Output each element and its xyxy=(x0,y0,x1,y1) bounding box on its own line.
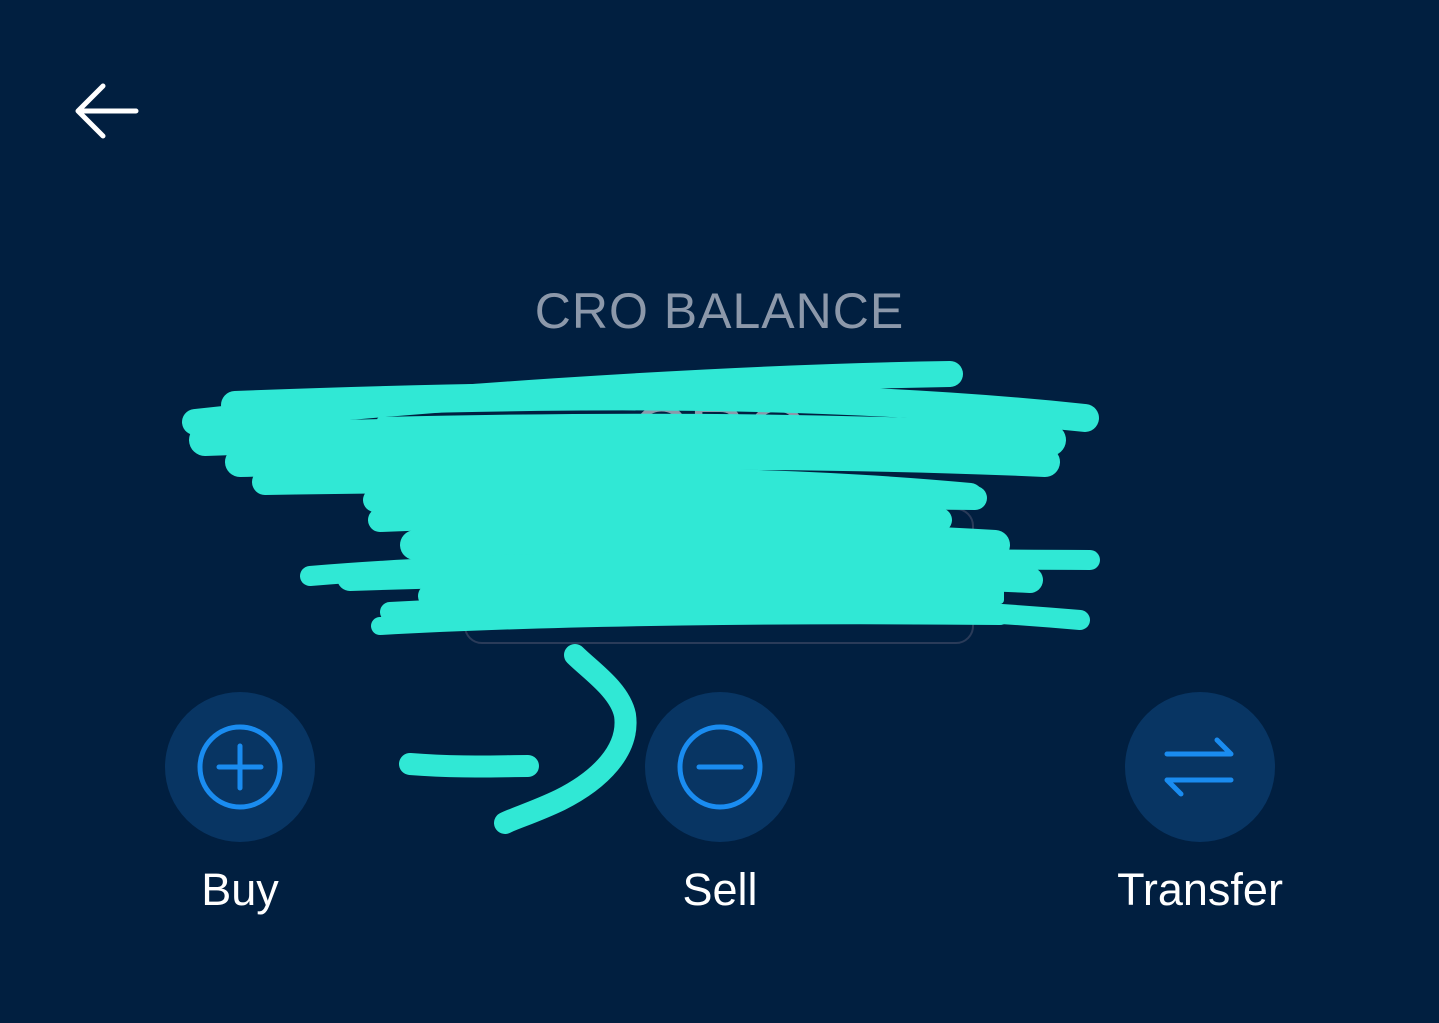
sell-label: Sell xyxy=(682,864,758,915)
buy-label: Buy xyxy=(201,864,279,915)
transfer-label: Transfer xyxy=(1117,864,1283,915)
annotation-arrow xyxy=(399,644,637,834)
buy-button[interactable]: Buy xyxy=(140,692,340,916)
back-button[interactable] xyxy=(70,78,142,144)
sell-button[interactable]: Sell xyxy=(620,692,820,916)
arrow-left-icon xyxy=(75,83,139,139)
plus-circle-icon xyxy=(197,724,283,810)
buy-button-circle[interactable] xyxy=(165,692,315,842)
sell-button-circle[interactable] xyxy=(645,692,795,842)
balance-amount: CRO xyxy=(0,388,1439,480)
swap-arrows-icon xyxy=(1164,737,1234,797)
transfer-button-circle[interactable] xyxy=(1125,692,1275,842)
balance-unit: CRO xyxy=(630,389,809,478)
minus-circle-icon xyxy=(677,724,763,810)
balance-label: CRO BALANCE xyxy=(534,283,905,339)
transfer-button[interactable]: Transfer xyxy=(1100,692,1300,916)
fiat-value-pill[interactable] xyxy=(464,508,974,644)
